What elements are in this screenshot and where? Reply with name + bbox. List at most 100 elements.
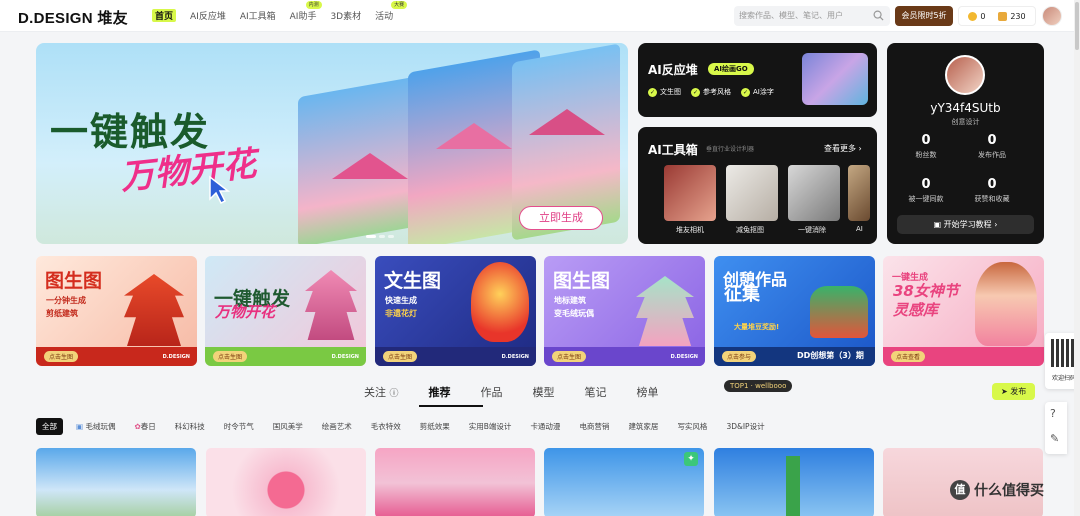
promo-line: 非遗花灯 <box>385 309 417 318</box>
nav-ai-tools[interactable]: AI工具箱 <box>240 9 276 22</box>
category-chip[interactable]: 全部 <box>36 418 63 435</box>
promo-button[interactable]: 点击查看 <box>891 351 926 362</box>
promo-button[interactable]: 点击生图 <box>383 351 418 362</box>
promo-title: 图生图 <box>553 270 611 292</box>
top1-badge[interactable]: TOP1 · wellbooo <box>724 380 793 392</box>
category-chip[interactable]: 毛衣特效 <box>365 418 407 435</box>
scrollbar-thumb[interactable] <box>1075 2 1079 50</box>
stat-same-style[interactable]: 0 被一键同款 <box>891 177 961 204</box>
pagoda-roof <box>529 109 605 135</box>
stat-works[interactable]: 0 发布作品 <box>957 133 1027 160</box>
tab-underline <box>419 405 483 407</box>
tool-label: 一键消除 <box>798 226 826 234</box>
category-chip[interactable]: 实用B端设计 <box>463 418 518 435</box>
temple-image <box>124 274 184 346</box>
search-input[interactable]: 搜索作品、模型、笔记、用户 <box>734 6 890 26</box>
nav-events-label: 活动 <box>375 12 394 22</box>
ai-draw-go-pill[interactable]: AI绘画GO <box>708 63 754 75</box>
generate-now-button[interactable]: 立即生成 <box>519 206 603 230</box>
points-icon <box>998 11 1008 21</box>
avatar[interactable] <box>1042 6 1062 26</box>
promo-button[interactable]: 点击生图 <box>552 351 587 362</box>
category-chip[interactable]: 3D&IP设计 <box>720 418 770 435</box>
promo-desc: 地标建筑 变毛绒玩偶 <box>554 294 594 320</box>
ai-react-image <box>802 53 868 105</box>
promo-card[interactable]: 创憩作品 征集 大量堆豆奖励! 点击参与 DD创想第（3）期 <box>714 256 875 366</box>
feed-card[interactable] <box>714 448 874 516</box>
category-label: 毛绒玩偶 <box>85 422 116 431</box>
category-chip[interactable]: 建筑家居 <box>622 418 664 435</box>
balance-box[interactable]: 0 230 <box>958 6 1036 26</box>
scrollbar[interactable] <box>1074 0 1080 516</box>
tab-following[interactable]: 关注 ⓘ <box>364 384 399 400</box>
tab-recommended[interactable]: 推荐 <box>429 384 451 400</box>
promo-button[interactable]: 点击生图 <box>213 351 248 362</box>
category-chip[interactable]: ▣ 毛绒玩偶 <box>70 418 121 435</box>
tab-works[interactable]: 作品 <box>481 384 503 400</box>
category-chip[interactable]: ✿春日 <box>128 418 161 435</box>
ai-tools-card: AI工具箱 垂直行业设计利器 查看更多 › 堆友相机 减兔抠图 一键消除 AI <box>638 127 877 244</box>
see-more-label: 查看更多 <box>824 144 856 153</box>
nav-events[interactable]: 活动 大赛 <box>375 1 408 22</box>
search-icon[interactable] <box>873 10 884 21</box>
tool-erase[interactable] <box>788 165 840 221</box>
promo-card[interactable]: 一键触发 万物开花 点击生图 D.DESIGN <box>205 256 366 366</box>
feature-text2img: ✓ 文生图 <box>648 87 681 97</box>
tool-camera[interactable] <box>664 165 716 221</box>
feed-card[interactable]: ✦ <box>544 448 704 516</box>
hero-banner[interactable]: 一键触发 万物开花 立即生成 <box>36 43 628 244</box>
tab-notes[interactable]: 笔记 <box>585 384 607 400</box>
nav-ai-react[interactable]: AI反应堆 <box>190 9 226 22</box>
ai-react-card[interactable]: AI反应堆 AI绘画GO ✓ 文生图 ✓ 参考风格 ✓ AI涂字 <box>638 43 877 117</box>
feed-card[interactable] <box>375 448 535 516</box>
user-avatar[interactable] <box>945 55 985 95</box>
info-icon: ⓘ <box>389 389 399 399</box>
category-chip[interactable]: 剪纸效果 <box>414 418 456 435</box>
carousel-dot[interactable] <box>366 235 376 238</box>
feed-card[interactable] <box>36 448 196 516</box>
carousel-dots[interactable] <box>366 235 394 238</box>
promo-button[interactable]: 点击生图 <box>44 351 79 362</box>
nav-home[interactable]: 首页 <box>152 9 177 22</box>
carousel-dot[interactable] <box>379 235 385 238</box>
promo-line: 一分钟生成 <box>46 296 86 305</box>
nav-3d[interactable]: 3D素材 <box>330 9 361 22</box>
carousel-dot[interactable] <box>388 235 394 238</box>
category-chip[interactable]: 电商营销 <box>573 418 615 435</box>
help-icon[interactable]: ? <box>1050 407 1056 420</box>
ai-react-features: ✓ 文生图 ✓ 参考风格 ✓ AI涂字 <box>648 87 774 97</box>
publish-button[interactable]: ➤ 发布 <box>992 383 1036 400</box>
promo-card[interactable]: 图生图 地标建筑 变毛绒玩偶 点击生图 D.DESIGN <box>544 256 705 366</box>
category-chip[interactable]: 卡通动漫 <box>524 418 566 435</box>
tab-rankings[interactable]: 榜单 <box>637 384 659 400</box>
logo[interactable]: D.DESIGN 堆友 <box>18 7 128 28</box>
promo-title: 图生图 <box>45 270 103 292</box>
stat-followers[interactable]: 0 粉丝数 <box>891 133 961 160</box>
pagoda-roof <box>436 123 512 149</box>
user-name[interactable]: yY34f4SUtb <box>887 101 1044 115</box>
promo-card[interactable]: 图生图 一分钟生成 剪纸建筑 点击生图 D.DESIGN <box>36 256 197 366</box>
learn-tutorial-button[interactable]: ▣ 开始学习教程 › <box>897 215 1034 234</box>
see-more-link[interactable]: 查看更多 › <box>824 143 862 154</box>
category-chip[interactable]: 时令节气 <box>218 418 260 435</box>
tool-label: 堆友相机 <box>676 226 704 234</box>
vip-button[interactable]: 会员限时5折 <box>895 6 953 26</box>
tool-cutout[interactable] <box>726 165 778 221</box>
feed-card[interactable] <box>206 448 366 516</box>
tool-label: AI <box>856 225 863 233</box>
nav-ai-assistant[interactable]: AI助手 内测 <box>290 1 322 22</box>
feedback-icon[interactable]: ✎ <box>1050 432 1059 445</box>
promo-card[interactable]: 一键生成 38女神节 灵感库 点击查看 <box>883 256 1044 366</box>
tool-ai[interactable] <box>848 165 870 221</box>
promo-line: 38女神节 <box>893 282 959 300</box>
promo-button[interactable]: 点击参与 <box>722 351 757 362</box>
coin-balance: 0 <box>968 11 986 21</box>
category-chip[interactable]: 国风美学 <box>267 418 309 435</box>
promo-line: 地标建筑 <box>554 296 586 305</box>
tab-models[interactable]: 模型 <box>533 384 555 400</box>
promo-card[interactable]: 文生图 快速生成 非遗花灯 点击生图 D.DESIGN <box>375 256 536 366</box>
category-chip[interactable]: 绘画艺术 <box>316 418 358 435</box>
category-chip[interactable]: 科幻科技 <box>169 418 211 435</box>
category-chip[interactable]: 写实风格 <box>671 418 713 435</box>
stat-likes[interactable]: 0 获赞和收藏 <box>957 177 1027 204</box>
